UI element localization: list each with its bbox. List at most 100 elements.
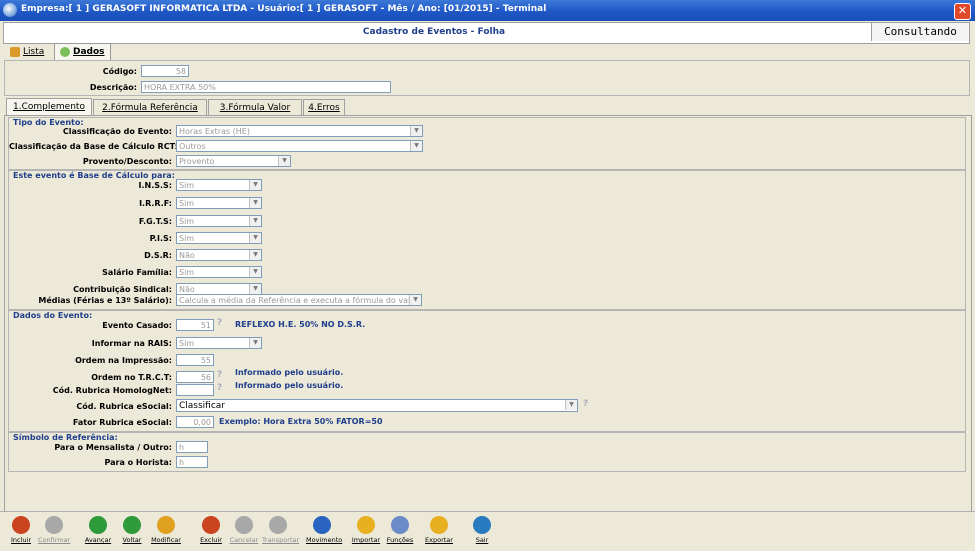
chevron-down-icon: ▼ bbox=[249, 216, 261, 226]
rct-label: Classificação da Base de Cálculo RCT: bbox=[9, 142, 178, 151]
funes-icon bbox=[391, 516, 409, 534]
chevron-down-icon: ▼ bbox=[249, 284, 261, 294]
chevron-down-icon: ▼ bbox=[249, 198, 261, 208]
toolbar-button-label: Voltar bbox=[122, 536, 142, 544]
irrf-select[interactable]: Sim ▼ bbox=[176, 197, 262, 209]
incluir-button[interactable]: Incluir bbox=[5, 515, 37, 548]
funes-button[interactable]: Funções bbox=[384, 515, 416, 548]
movimento-button[interactable]: Movimento bbox=[306, 515, 343, 548]
pis-select[interactable]: Sim ▼ bbox=[176, 232, 262, 244]
horista-label: Para o Horista: bbox=[104, 458, 172, 467]
chevron-down-icon: ▼ bbox=[565, 400, 577, 410]
chevron-down-icon: ▼ bbox=[249, 180, 261, 190]
salario-familia-label: Salário Família: bbox=[102, 268, 172, 277]
esocial-select[interactable]: Classificar ▼ bbox=[176, 399, 578, 412]
exportar-button[interactable]: Exportar bbox=[423, 515, 455, 548]
tipo-evento-title: Tipo do Evento: bbox=[13, 118, 84, 127]
esocial-label: Cód. Rubrica eSocial: bbox=[76, 402, 172, 411]
toolbar-button-label: Sair bbox=[475, 536, 489, 544]
horista-field[interactable]: h bbox=[176, 456, 208, 468]
record-panel: Código: 58 Descrição: HORA EXTRA 50% bbox=[4, 60, 970, 96]
importar-button[interactable]: Importar bbox=[350, 515, 382, 548]
close-icon[interactable]: ✕ bbox=[954, 3, 971, 20]
tab-formula-valor[interactable]: 3.Fórmula Valor bbox=[208, 99, 302, 116]
classificacao-label: Classificação do Evento: bbox=[62, 127, 172, 136]
tab-dados[interactable]: Dados bbox=[54, 43, 111, 61]
simbolo-title: Símbolo de Referência: bbox=[13, 433, 118, 442]
transportar-button[interactable]: Transportar bbox=[262, 515, 299, 548]
confirmar-button[interactable]: Confirmar bbox=[38, 515, 70, 548]
confirmar-icon bbox=[45, 516, 63, 534]
evento-casado-label: Evento Casado: bbox=[102, 321, 172, 330]
mensalista-field[interactable]: h bbox=[176, 441, 208, 453]
help-icon[interactable]: ? bbox=[583, 399, 588, 409]
ordem-trct-note: Informado pelo usuário. bbox=[235, 368, 344, 377]
homolognet-field[interactable] bbox=[176, 384, 214, 396]
medias-select[interactable]: Calcula a média da Referência e executa … bbox=[176, 294, 422, 306]
inss-select[interactable]: Sim ▼ bbox=[176, 179, 262, 191]
chevron-down-icon: ▼ bbox=[410, 126, 422, 136]
base-calculo-group: Este evento é Base de Cálculo para: I.N.… bbox=[8, 170, 966, 310]
help-icon[interactable]: ? bbox=[217, 318, 222, 328]
toolbar-button-label: Cancelar bbox=[229, 536, 259, 544]
chevron-down-icon: ▼ bbox=[249, 233, 261, 243]
fgts-label: F.G.T.S: bbox=[138, 217, 172, 226]
homolognet-label: Cód. Rubrica HomologNet: bbox=[52, 386, 172, 395]
chevron-down-icon: ▼ bbox=[410, 141, 422, 151]
chevron-down-icon: ▼ bbox=[249, 267, 261, 277]
cancelar-button[interactable]: Cancelar bbox=[228, 515, 260, 548]
transportar-icon bbox=[269, 516, 287, 534]
ordem-trct-field[interactable]: 56 bbox=[176, 371, 214, 383]
window-title: Empresa:[ 1 ] GERASOFT INFORMATICA LTDA … bbox=[21, 4, 547, 14]
irrf-label: I.R.R.F: bbox=[139, 199, 172, 208]
rct-select[interactable]: Outros ▼ bbox=[176, 140, 423, 152]
provento-label: Provento/Desconto: bbox=[82, 157, 172, 166]
voltar-button[interactable]: Voltar bbox=[116, 515, 148, 548]
fator-field[interactable]: 0,00 bbox=[176, 416, 214, 428]
toolbar-button-label: Incluir bbox=[10, 536, 31, 544]
help-icon[interactable]: ? bbox=[217, 370, 222, 380]
form-title: Cadastro de Eventos - Folha bbox=[362, 27, 506, 37]
tab-erros[interactable]: 4.Erros bbox=[303, 99, 345, 116]
ordem-trct-label: Ordem no T.R.C.T: bbox=[91, 373, 172, 382]
contribuicao-label: Contribuição Sindical: bbox=[73, 285, 172, 294]
pis-label: P.I.S: bbox=[149, 234, 172, 243]
simbolo-group: Símbolo de Referência: Para o Mensalista… bbox=[8, 432, 966, 472]
tab-complemento[interactable]: 1.Complemento bbox=[6, 98, 92, 116]
excluir-icon bbox=[202, 516, 220, 534]
help-icon[interactable]: ? bbox=[217, 383, 222, 393]
avanar-button[interactable]: Avançar bbox=[82, 515, 114, 548]
avanar-icon bbox=[89, 516, 107, 534]
incluir-icon bbox=[12, 516, 30, 534]
sair-button[interactable]: Sair bbox=[466, 515, 498, 548]
voltar-icon bbox=[123, 516, 141, 534]
classificacao-select[interactable]: Horas Extras (HE) ▼ bbox=[176, 125, 423, 137]
excluir-button[interactable]: Excluir bbox=[195, 515, 227, 548]
salario-familia-select[interactable]: Sim ▼ bbox=[176, 266, 262, 278]
codigo-field[interactable]: 58 bbox=[141, 65, 189, 77]
evento-casado-desc: REFLEXO H.E. 50% NO D.S.R. bbox=[235, 320, 366, 329]
modificar-button[interactable]: Modificar bbox=[150, 515, 182, 548]
provento-select[interactable]: Provento ▼ bbox=[176, 155, 291, 167]
ordem-impressao-field[interactable]: 55 bbox=[176, 354, 214, 366]
window-title-bar: Empresa:[ 1 ] GERASOFT INFORMATICA LTDA … bbox=[0, 0, 975, 21]
rais-select[interactable]: Sim ▼ bbox=[176, 337, 262, 349]
fator-label: Fator Rubrica eSocial: bbox=[72, 418, 172, 427]
dsr-select[interactable]: Não ▼ bbox=[176, 249, 262, 261]
data-icon bbox=[60, 46, 70, 57]
descricao-field[interactable]: HORA EXTRA 50% bbox=[141, 81, 391, 93]
tab-lista[interactable]: Lista bbox=[10, 44, 44, 60]
toolbar-button-label: Movimento bbox=[306, 536, 343, 544]
toolbar-button-label: Excluir bbox=[200, 536, 222, 544]
chevron-down-icon: ▼ bbox=[249, 338, 261, 348]
mode-indicator: Consultando bbox=[871, 23, 969, 41]
tipo-evento-group: Tipo do Evento: Classificação do Evento:… bbox=[8, 117, 966, 170]
rais-label: Informar na RAIS: bbox=[91, 339, 172, 348]
dados-evento-title: Dados do Evento: bbox=[13, 311, 93, 320]
fator-note: Exemplo: Hora Extra 50% FATOR=50 bbox=[219, 417, 383, 426]
exportar-icon bbox=[430, 516, 448, 534]
fgts-select[interactable]: Sim ▼ bbox=[176, 215, 262, 227]
evento-casado-field[interactable]: 51 bbox=[176, 319, 214, 331]
tab-formula-referencia[interactable]: 2.Fórmula Referência bbox=[93, 99, 207, 116]
toolbar: Incluir Confirmar Avançar Voltar Modificar Ex… bbox=[0, 511, 975, 551]
